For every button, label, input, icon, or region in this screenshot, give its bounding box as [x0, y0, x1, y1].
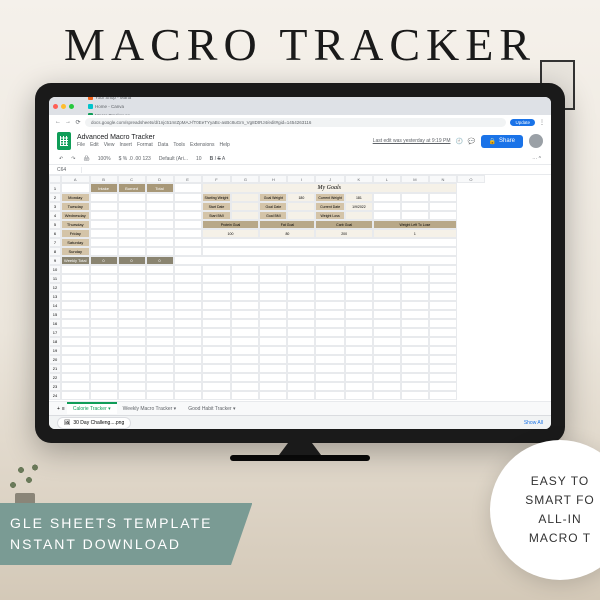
- font-size[interactable]: 10: [194, 156, 204, 162]
- sheets-logo-icon[interactable]: [57, 132, 71, 150]
- font-select[interactable]: Default (Ari...: [157, 156, 190, 162]
- back-icon[interactable]: ←: [55, 119, 61, 125]
- cell-reference[interactable]: C64: [57, 167, 82, 173]
- minimize-icon[interactable]: [61, 104, 66, 109]
- last-edit-label[interactable]: Last edit was yesterday at 9:19 PM: [373, 138, 451, 144]
- comment-icon[interactable]: 💬: [469, 138, 475, 144]
- document-name[interactable]: Advanced Macro Tracker: [77, 134, 367, 141]
- redo-icon[interactable]: ↷: [69, 156, 77, 162]
- undo-icon[interactable]: ↶: [57, 156, 65, 162]
- browser-tab-strip: My Drive - GoogleAdvanced Macro TYour Sh…: [49, 97, 551, 115]
- menu-extensions[interactable]: Extensions: [190, 142, 214, 148]
- update-button[interactable]: Update: [510, 119, 535, 126]
- spreadsheet-grid[interactable]: ABCDEFGHIJKLMNO1IntakeBurnedTotalMy Goal…: [49, 175, 551, 401]
- menu-edit[interactable]: Edit: [90, 142, 99, 148]
- close-icon[interactable]: [53, 104, 58, 109]
- download-item[interactable]: 🖼30 Day Challeng....png: [57, 417, 131, 429]
- sheet-tab[interactable]: Calorie Tracker ▾: [67, 402, 117, 414]
- print-icon[interactable]: 🖨: [81, 156, 91, 162]
- browser-tab[interactable]: Home - Canva: [82, 102, 139, 111]
- lock-icon: 🔒: [489, 138, 496, 145]
- show-all-button[interactable]: Show All: [524, 420, 543, 426]
- formula-bar: C64: [49, 165, 551, 175]
- toolbar: ↶ ↷ 🖨 100% $ % .0 .00 123 Default (Ari..…: [49, 153, 551, 165]
- monitor-stand: [265, 441, 335, 455]
- menu-bar: File Edit View Insert Format Data Tools Extensi…: [77, 142, 367, 148]
- add-sheet-icon[interactable]: +: [57, 406, 60, 412]
- sheet-tab[interactable]: Weekly Macro Tracker ▾: [117, 404, 183, 414]
- toolbar-more-icon[interactable]: ⋯ ^: [530, 156, 543, 162]
- maximize-icon[interactable]: [69, 104, 74, 109]
- menu-format[interactable]: Format: [137, 142, 153, 148]
- url-input[interactable]: docs.google.com/spreadsheets/d/1njc51mIZ…: [85, 118, 506, 127]
- feature-badge: EASY TOSMART FOALL-INMACRO T: [490, 440, 600, 580]
- sheet-tab[interactable]: Good Habit Tracker ▾: [182, 404, 241, 414]
- menu-help[interactable]: Help: [220, 142, 230, 148]
- menu-icon[interactable]: ⋮: [539, 119, 545, 125]
- forward-icon[interactable]: →: [65, 119, 71, 125]
- browser-tab[interactable]: Your Shop - Mana: [82, 97, 139, 102]
- all-sheets-icon[interactable]: ≡: [62, 406, 65, 412]
- downloads-bar: 🖼30 Day Challeng....png Show All: [49, 415, 551, 429]
- browser-window: My Drive - GoogleAdvanced Macro TYour Sh…: [49, 97, 551, 429]
- menu-file[interactable]: File: [77, 142, 85, 148]
- history-icon[interactable]: 🕘: [457, 138, 463, 144]
- address-bar-row: ← → ⟳ docs.google.com/spreadsheets/d/1nj…: [49, 115, 551, 129]
- sheet-tabs: + ≡ Calorie Tracker ▾Weekly Macro Tracke…: [49, 401, 551, 415]
- menu-tools[interactable]: Tools: [173, 142, 185, 148]
- canva-icon: [88, 104, 93, 109]
- share-button[interactable]: 🔒Share: [481, 135, 524, 148]
- menu-data[interactable]: Data: [158, 142, 169, 148]
- menu-insert[interactable]: Insert: [119, 142, 132, 148]
- reload-icon[interactable]: ⟳: [75, 119, 81, 125]
- monitor-mockup: My Drive - GoogleAdvanced Macro TYour Sh…: [35, 83, 565, 443]
- etsy-icon: [88, 97, 93, 100]
- image-icon: 🖼: [64, 420, 70, 426]
- sheets-header: Advanced Macro Tracker File Edit View Inser…: [49, 129, 551, 153]
- promo-banner: GLE SHEETS TEMPLATE NSTANT DOWNLOAD: [0, 503, 252, 565]
- menu-view[interactable]: View: [104, 142, 115, 148]
- zoom-select[interactable]: 100%: [96, 156, 113, 162]
- window-controls: [53, 104, 74, 109]
- avatar[interactable]: [529, 134, 543, 148]
- page-title: MACRO TRACKER: [0, 0, 600, 83]
- monitor-base: [230, 455, 370, 461]
